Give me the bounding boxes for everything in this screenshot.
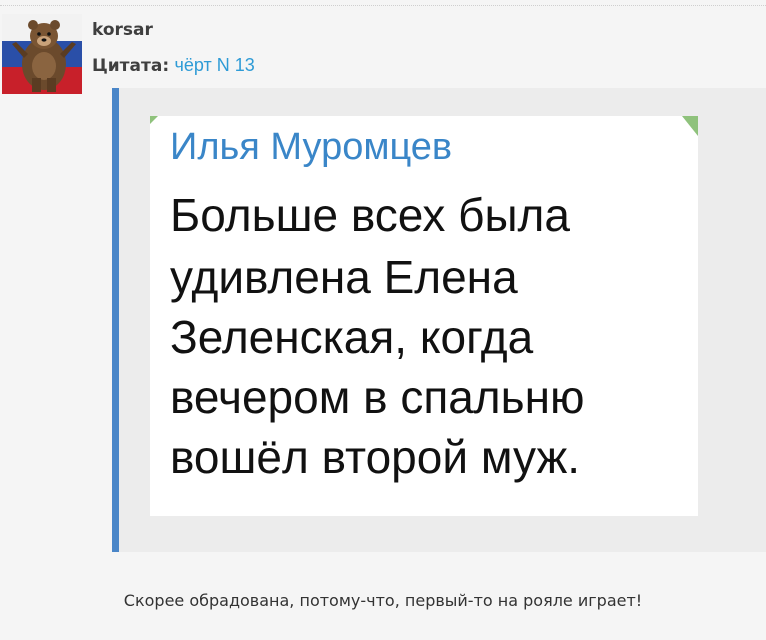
bear-icon <box>2 14 82 94</box>
image-text-line: вечером в спальню <box>170 371 585 423</box>
image-text-line: вошёл второй муж. <box>170 431 581 483</box>
image-text-line: удивлена Елена <box>170 251 518 303</box>
corner-accent <box>150 116 158 124</box>
quote-author-link[interactable]: чёрт N 13 <box>175 55 255 75</box>
user-avatar[interactable] <box>2 14 82 94</box>
quote-label: Цитата: <box>92 56 170 76</box>
image-text-line: Зеленская, когда <box>170 311 534 363</box>
image-author: Илья Муромцев <box>170 126 453 168</box>
post-username[interactable]: korsar <box>92 20 153 40</box>
quoted-image[interactable]: Илья Муромцев Больше всех была удивлена … <box>150 116 698 516</box>
post-reply-text: Скорее обрадована, потому-что, первый-то… <box>123 591 643 610</box>
corner-accent <box>682 116 698 136</box>
image-text-line: Больше всех была <box>170 189 570 241</box>
quote-header: Цитата: чёрт N 13 <box>92 55 255 76</box>
post-divider <box>0 5 766 6</box>
